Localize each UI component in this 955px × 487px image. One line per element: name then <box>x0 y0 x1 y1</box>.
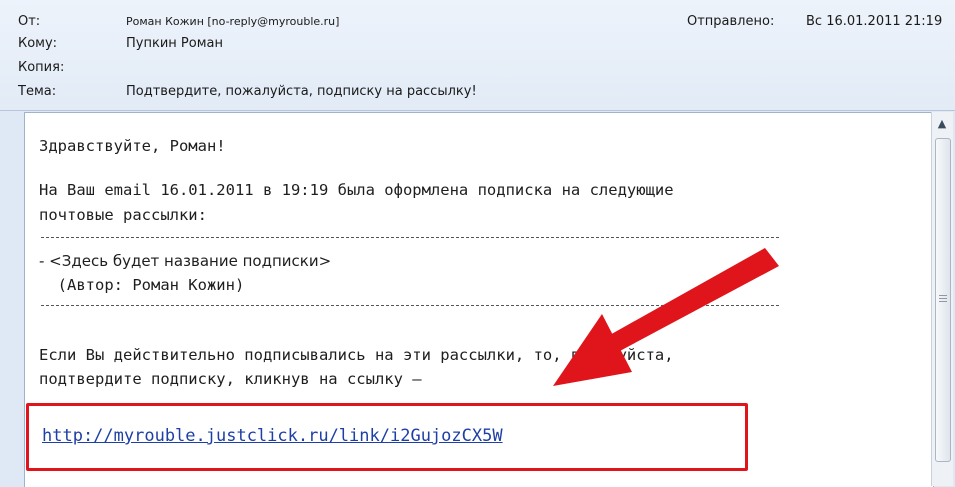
red-arrow-icon <box>553 248 779 386</box>
